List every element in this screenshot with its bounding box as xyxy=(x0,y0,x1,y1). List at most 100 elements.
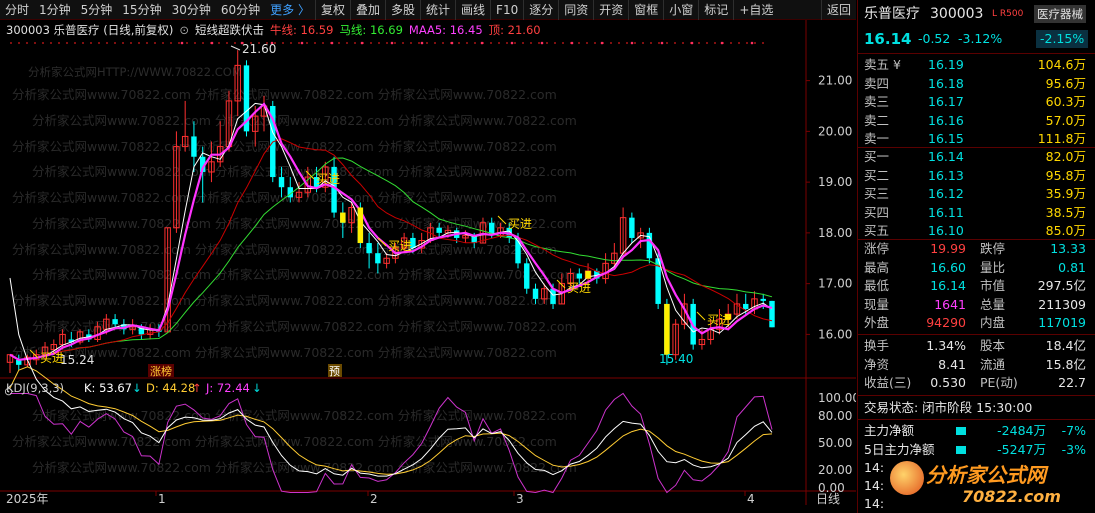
candle-down xyxy=(532,288,539,299)
logo-url: 70822.com xyxy=(962,487,1061,506)
sell-label: 卖二 xyxy=(864,112,890,128)
watermark-line: 分析家公式网www.70822.com 分析家公式网www.70822.com … xyxy=(32,267,577,282)
price-tick-label: 19.00 xyxy=(818,175,852,189)
month-label: 2 xyxy=(370,492,378,506)
top-signal-dot xyxy=(720,41,724,45)
buy-signal-label: 买进 xyxy=(40,351,64,365)
stock-code: 300003 xyxy=(930,6,984,22)
buy-price: 16.10 xyxy=(928,223,964,238)
stock-chart-app: 分时 1分钟 5分钟 15分钟 30分钟 60分钟 更多 〉复权 叠加 多股 统计 画线 F10 逐分同… xyxy=(0,0,1095,513)
buy-signal-label: 买进 xyxy=(388,239,412,253)
candle-down xyxy=(743,303,749,310)
fund-value: 0.530 xyxy=(930,375,966,390)
buy-price: 16.11 xyxy=(928,204,964,220)
candle-down xyxy=(576,273,583,279)
sell-price: 16.15 xyxy=(928,131,964,146)
stat-row: 最高 16.60 量比 0.81 xyxy=(858,259,1095,277)
flow-label: 主力净额 xyxy=(864,423,915,438)
stat-row: 最低 16.14 市值 297.5亿 xyxy=(858,277,1095,295)
flow-row: 5日主力净额 -5247万 -3% xyxy=(858,441,1095,459)
fund-label: 换手 xyxy=(864,338,890,353)
trade-status: 交易状态: 闭市阶段 15:30:00 xyxy=(864,400,1033,415)
kdj-tick-label: 100.00 xyxy=(818,391,856,405)
top-signal-dot xyxy=(390,41,394,45)
month-label: 3 xyxy=(516,492,524,506)
stock-name: 乐普医疗 xyxy=(864,6,920,22)
price-tick-label: 17.00 xyxy=(818,277,852,291)
flow-bar xyxy=(956,427,966,435)
buy-volume: 38.5万 xyxy=(1045,204,1086,220)
top-signal-dot xyxy=(540,41,544,45)
sell-label: 卖四 xyxy=(864,75,890,91)
last-price: 16.14 xyxy=(864,30,912,48)
flow-pct: -7% xyxy=(1061,423,1086,438)
fund-value: 8.41 xyxy=(938,356,966,372)
candle-down xyxy=(375,253,381,264)
period-label: 日线 xyxy=(816,492,840,506)
stat-value: 94290 xyxy=(926,315,966,330)
fundamental-row: 净资 8.41 流通 15.8亿 xyxy=(858,356,1095,374)
kdj-d-value: D: 44.28 xyxy=(146,381,195,395)
sell-price: 16.18 xyxy=(928,75,964,91)
yu-label: 预 xyxy=(329,365,340,378)
watermark-line: 分析家公式网www.70822.com 分析家公式网www.70822.com … xyxy=(32,408,577,423)
buy-row: 买四 16.11 38.5万 xyxy=(858,204,1095,222)
sector-name: 医疗器械 xyxy=(1034,5,1086,23)
low-label-1: 15.24 xyxy=(60,353,94,367)
sell-row: 卖二 16.16 57.0万 xyxy=(858,112,1095,130)
stock-name-row: 乐普医疗 300003 L R500 医疗器械 xyxy=(858,5,1095,23)
fundamental-row: 收益(三) 0.530 PE(动) 22.7 xyxy=(858,374,1095,392)
top-signal-dot xyxy=(480,41,484,45)
price-tick-label: 18.00 xyxy=(818,226,852,240)
flow-row: 主力净额 -2484万 -7% xyxy=(858,422,1095,440)
kdj-tick-label: 80.00 xyxy=(818,409,852,423)
candle-down xyxy=(278,177,285,188)
fund-label: PE(动) xyxy=(980,375,1018,390)
buy-row: 买三 16.12 35.9万 xyxy=(858,185,1095,203)
stat-row: 外盘 94290 内盘 117019 xyxy=(858,314,1095,332)
top-signal-dot xyxy=(600,41,604,45)
top-signal-dot xyxy=(570,41,574,45)
price-tick-label: 21.00 xyxy=(818,74,852,88)
stat-label: 内盘 xyxy=(980,315,1006,330)
top-signal-dot xyxy=(750,41,754,45)
buy-volume: 82.0万 xyxy=(1045,149,1086,164)
watermark-line: 分析家公式网www.70822.com 分析家公式网www.70822.com … xyxy=(32,164,577,179)
buy-price: 16.13 xyxy=(928,167,964,183)
top-signal-dot xyxy=(660,41,664,45)
buy-signal-arrow xyxy=(696,311,706,321)
sell-row: 卖四 16.18 95.6万 xyxy=(858,75,1095,93)
fund-value: 22.7 xyxy=(1058,375,1086,390)
candle-down xyxy=(550,288,556,304)
flow-value: -2484万 xyxy=(997,423,1046,438)
stat-label: 市值 xyxy=(980,278,1006,293)
stat-label: 外盘 xyxy=(864,315,890,330)
fund-label: 股本 xyxy=(980,338,1006,353)
top-signal-dot xyxy=(360,41,364,45)
buy-label: 买二 xyxy=(864,167,890,183)
stat-value: 0.81 xyxy=(1058,259,1086,275)
sell-row: 卖三 16.17 60.3万 xyxy=(858,93,1095,111)
flow-value: -5247万 xyxy=(997,441,1046,457)
price-tick-label: 20.00 xyxy=(818,124,852,138)
zhangbang-label: 涨榜 xyxy=(150,364,172,378)
stat-row: 涨停 19.99 跌停 13.33 xyxy=(858,240,1095,258)
top-signal-dot xyxy=(210,41,214,45)
top-signal-dot xyxy=(630,41,634,45)
kline-chart[interactable]: 分析家公式网HTTP://WWW.70822.COM 分析家公式网www.7082… xyxy=(0,0,856,513)
price-tick-label: 16.00 xyxy=(818,327,852,341)
stat-value: 16.14 xyxy=(930,278,966,293)
kdj-j-value: J: 72.44 xyxy=(205,381,250,395)
flow-bar xyxy=(956,445,966,454)
buy-label: 买五 xyxy=(864,223,890,238)
stat-value: 1641 xyxy=(934,296,966,312)
candle-down xyxy=(112,319,118,325)
stat-label: 最低 xyxy=(864,278,890,293)
signal-candle xyxy=(664,303,670,355)
candle-down xyxy=(436,227,442,233)
logo-circle-icon xyxy=(890,461,924,495)
candle-down xyxy=(191,136,197,157)
high-pointer xyxy=(230,45,241,51)
low-label-2: 15.40 xyxy=(659,352,693,366)
buy-signal-label: 买进 xyxy=(316,172,340,186)
